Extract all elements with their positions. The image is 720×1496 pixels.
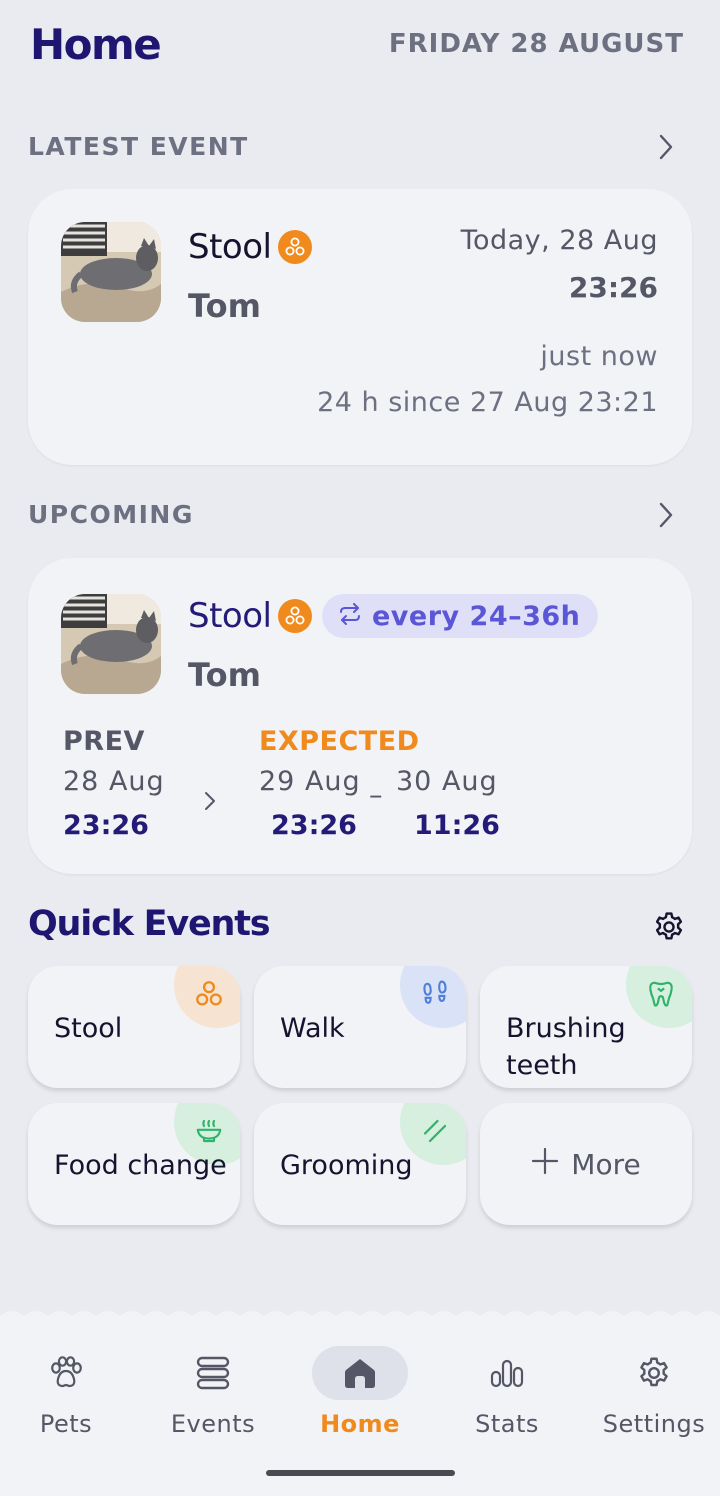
repeat-icon [338,601,362,632]
since-previous: 24 h since 27 Aug 23:21 [317,387,658,418]
header: Home FRIDAY 28 AUGUST [30,18,684,70]
expected-from-date: 29 Aug [259,766,361,797]
tile-label: Stool [54,1013,123,1044]
chevron-right-icon[interactable] [652,501,680,529]
home-icon [312,1346,408,1400]
relative-time: just now [540,341,658,372]
quick-event-brushing-teeth[interactable]: Brushing teeth [480,966,692,1088]
nav-label: Stats [475,1410,539,1438]
expected-to-date: 30 Aug [396,766,498,797]
footprints-icon [400,966,466,1028]
event-time: 23:26 [568,271,658,304]
stool-icon [278,599,312,633]
home-indicator-bar[interactable] [266,1470,455,1476]
current-date: FRIDAY 28 AUGUST [388,29,684,59]
nav-label: Events [170,1410,256,1438]
plus-icon [531,1147,559,1182]
nav-label: Pets [39,1410,93,1438]
tile-label: Grooming [280,1150,413,1181]
nav-label: Settings [602,1410,706,1438]
pet-name: Tom [188,656,261,694]
nav-item-stats[interactable]: Stats [447,1346,567,1438]
upcoming-card[interactable]: Stool every 24–36h Tom PREV 28 Aug 23:26… [28,558,692,874]
tile-label: Food change [54,1150,227,1181]
stool-icon [174,966,240,1028]
quick-event-more-button[interactable]: More [480,1103,692,1225]
latest-event-header[interactable]: LATEST EVENT [28,132,680,161]
latest-event-card[interactable]: Stool Tom Today, 28 Aug 23:26 just now 2… [28,189,692,465]
quick-events-settings-button[interactable] [652,910,686,944]
event-date: Today, 28 Aug [460,225,658,256]
range-separator: – [369,780,383,811]
stool-icon [278,230,312,264]
nav-item-home[interactable]: Home [300,1346,420,1438]
prev-date: 28 Aug [63,766,165,797]
event-type: Stool [188,596,272,636]
quick-event-grooming[interactable]: Grooming [254,1103,466,1225]
quick-event-walk[interactable]: Walk [254,966,466,1088]
latest-event-title: LATEST EVENT [28,132,249,161]
nav-item-settings[interactable]: Settings [594,1346,714,1438]
quick-events-title: Quick Events [28,904,271,944]
quick-event-stool[interactable]: Stool [28,966,240,1088]
chevron-right-icon[interactable] [652,133,680,161]
prev-time: 23:26 [63,810,149,841]
recurrence-badge: every 24–36h [322,594,599,638]
gear-icon [655,912,683,940]
nav-label: Home [320,1410,400,1438]
bottom-nav: Pets Events Home Stats Settings [0,1311,720,1496]
upcoming-header[interactable]: UPCOMING [28,500,680,529]
pet-photo [61,222,161,322]
pet-name: Tom [188,287,261,325]
nav-item-events[interactable]: Events [153,1346,273,1438]
chevron-right-icon [204,790,216,816]
nav-scallop-edge [0,1311,720,1326]
gear-icon [606,1346,702,1400]
expected-label: EXPECTED [259,726,420,757]
tile-label: More [571,1147,641,1181]
expected-from-time: 23:26 [271,810,357,841]
expected-to-time: 11:26 [414,810,500,841]
paw-icon [18,1346,114,1400]
nav-item-pets[interactable]: Pets [6,1346,126,1438]
pet-photo [61,594,161,694]
page-title: Home [30,19,162,69]
tile-label: Brushing teeth [506,1013,626,1081]
event-type: Stool [188,227,272,267]
prev-label: PREV [63,726,145,757]
tile-label: Walk [280,1013,345,1044]
quick-event-food-change[interactable]: Food change [28,1103,240,1225]
recurrence-text: every 24–36h [372,600,581,632]
stack-icon [165,1346,261,1400]
upcoming-title: UPCOMING [28,500,194,529]
bar-chart-icon [459,1346,555,1400]
